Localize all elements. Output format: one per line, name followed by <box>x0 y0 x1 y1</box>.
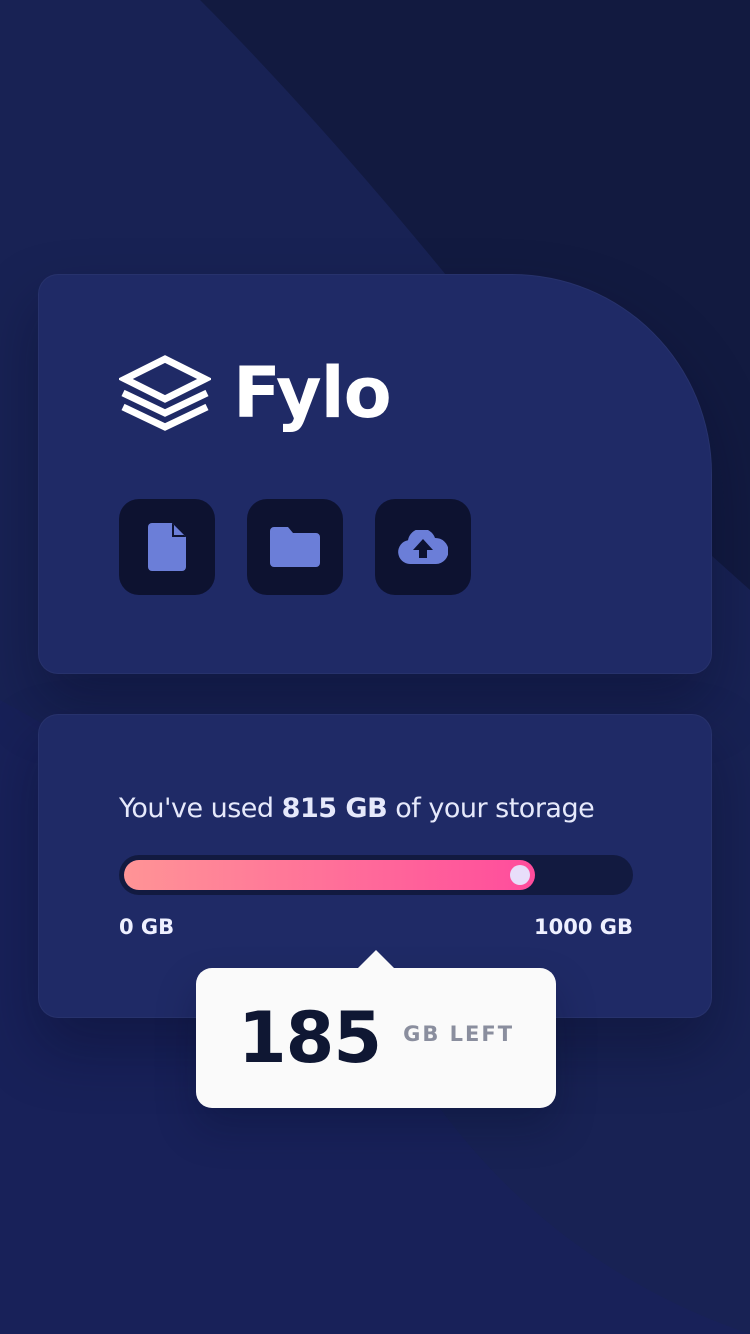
scale-min-label: 0 GB <box>119 915 175 939</box>
remaining-unit: GB LEFT <box>403 1022 515 1046</box>
progress-knob <box>509 865 530 885</box>
folder-button[interactable] <box>247 499 343 595</box>
document-button[interactable] <box>119 499 215 595</box>
remaining-value: 185 <box>237 997 382 1079</box>
logo: Fylo <box>119 352 392 434</box>
cloud-upload-icon <box>398 530 448 564</box>
document-icon <box>148 523 186 571</box>
stacked-layers-icon <box>119 355 211 431</box>
action-icons <box>119 499 471 595</box>
storage-progress-track <box>119 855 633 895</box>
usage-suffix: of your storage <box>387 793 595 824</box>
upload-button[interactable] <box>375 499 471 595</box>
folder-icon <box>270 527 320 567</box>
usage-summary: You've used 815 GB of your storage <box>119 793 595 824</box>
scale-max-label: 1000 GB <box>533 915 633 939</box>
brand-name: Fylo <box>233 352 392 434</box>
storage-remaining-callout: 185 GB LEFT <box>196 950 556 1108</box>
storage-progress-fill <box>124 860 535 890</box>
usage-amount: 815 GB <box>281 793 388 824</box>
usage-prefix: You've used <box>119 793 282 824</box>
brand-card: Fylo <box>38 274 712 674</box>
